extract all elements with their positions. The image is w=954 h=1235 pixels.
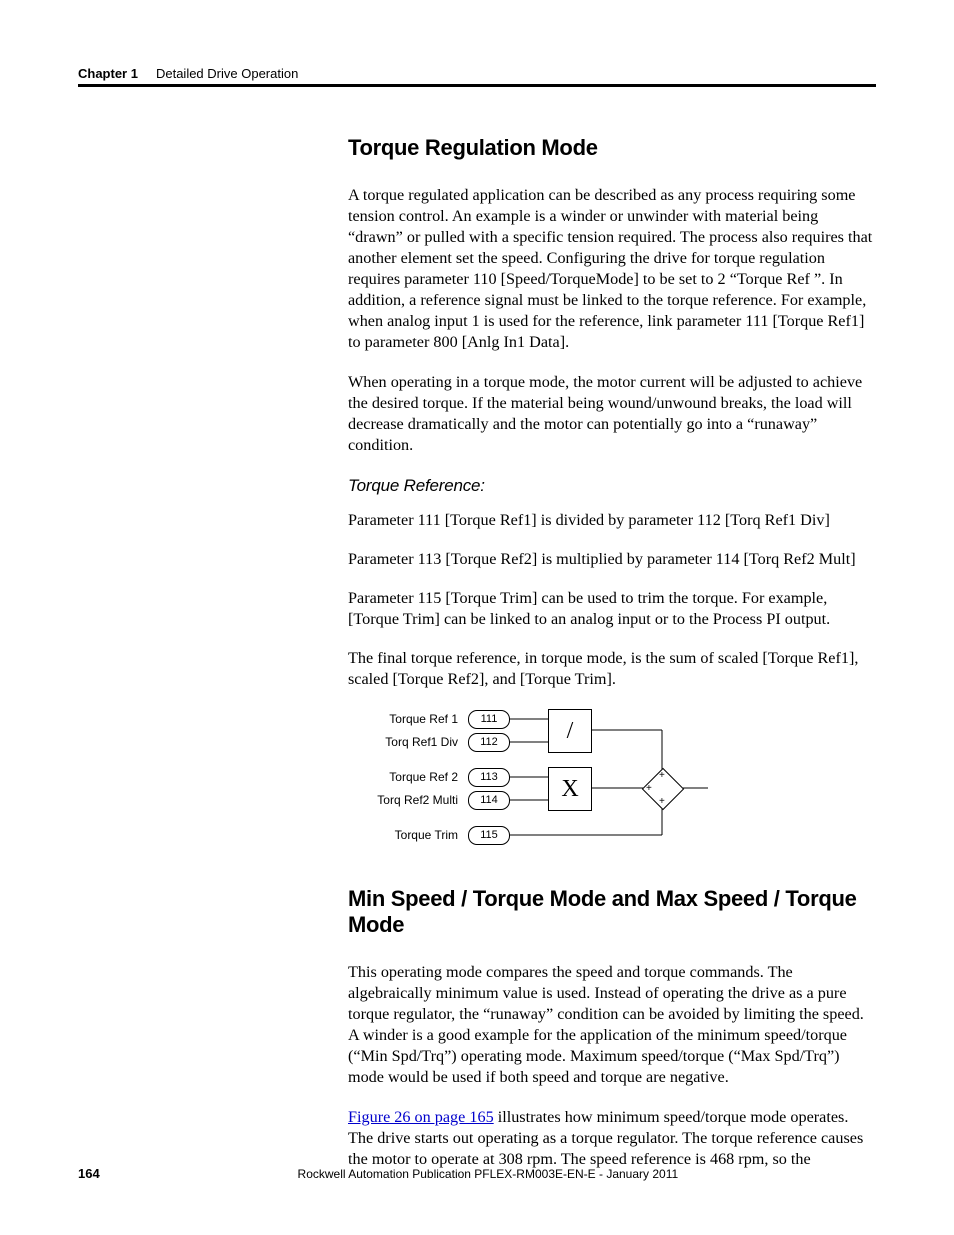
figure-link[interactable]: Figure 26 on page 165 — [348, 1108, 494, 1126]
param-pill: 115 — [468, 826, 510, 845]
body-paragraph: Parameter 111 [Torque Ref1] is divided b… — [348, 510, 876, 531]
subheading-torque-reference: Torque Reference: — [348, 476, 876, 496]
section-label: Detailed Drive Operation — [156, 66, 298, 81]
body-paragraph: A torque regulated application can be de… — [348, 185, 876, 354]
page-header: Chapter 1 Detailed Drive Operation — [78, 66, 876, 81]
multiply-op-box: X — [548, 767, 592, 811]
param-pill: 111 — [468, 710, 510, 729]
sum-plus-icon: + — [659, 796, 665, 807]
chapter-label: Chapter 1 — [78, 66, 138, 81]
page-footer: 164 Rockwell Automation Publication PFLE… — [78, 1166, 876, 1181]
param-pill: 114 — [468, 791, 510, 810]
body-paragraph: Figure 26 on page 165 illustrates how mi… — [348, 1107, 876, 1170]
param-pill: 113 — [468, 768, 510, 787]
sum-plus-icon: + — [659, 770, 665, 781]
body-paragraph: The final torque reference, in torque mo… — [348, 648, 876, 690]
header-rule — [78, 84, 876, 87]
diagram-label: Torque Ref 2 — [358, 770, 458, 784]
sum-plus-icon: + — [646, 783, 652, 794]
section-heading-min-max-speed: Min Speed / Torque Mode and Max Speed / … — [348, 886, 876, 938]
torque-reference-diagram: Torque Ref 1 Torq Ref1 Div Torque Ref 2 … — [348, 708, 868, 858]
body-paragraph: This operating mode compares the speed a… — [348, 962, 876, 1088]
diagram-label: Torque Trim — [358, 828, 458, 842]
diagram-label: Torq Ref1 Div — [358, 735, 458, 749]
body-paragraph: When operating in a torque mode, the mot… — [348, 372, 876, 456]
page-number: 164 — [78, 1166, 100, 1181]
body-paragraph: Parameter 113 [Torque Ref2] is multiplie… — [348, 549, 876, 570]
main-content: Torque Regulation Mode A torque regulate… — [348, 135, 876, 1188]
body-paragraph: Parameter 115 [Torque Trim] can be used … — [348, 588, 876, 630]
diagram-label: Torq Ref2 Multi — [358, 793, 458, 807]
param-pill: 112 — [468, 733, 510, 752]
diagram-label: Torque Ref 1 — [358, 712, 458, 726]
publication-id: Rockwell Automation Publication PFLEX-RM… — [100, 1167, 876, 1181]
section-heading-torque-regulation: Torque Regulation Mode — [348, 135, 876, 161]
divide-op-box: / — [548, 709, 592, 753]
